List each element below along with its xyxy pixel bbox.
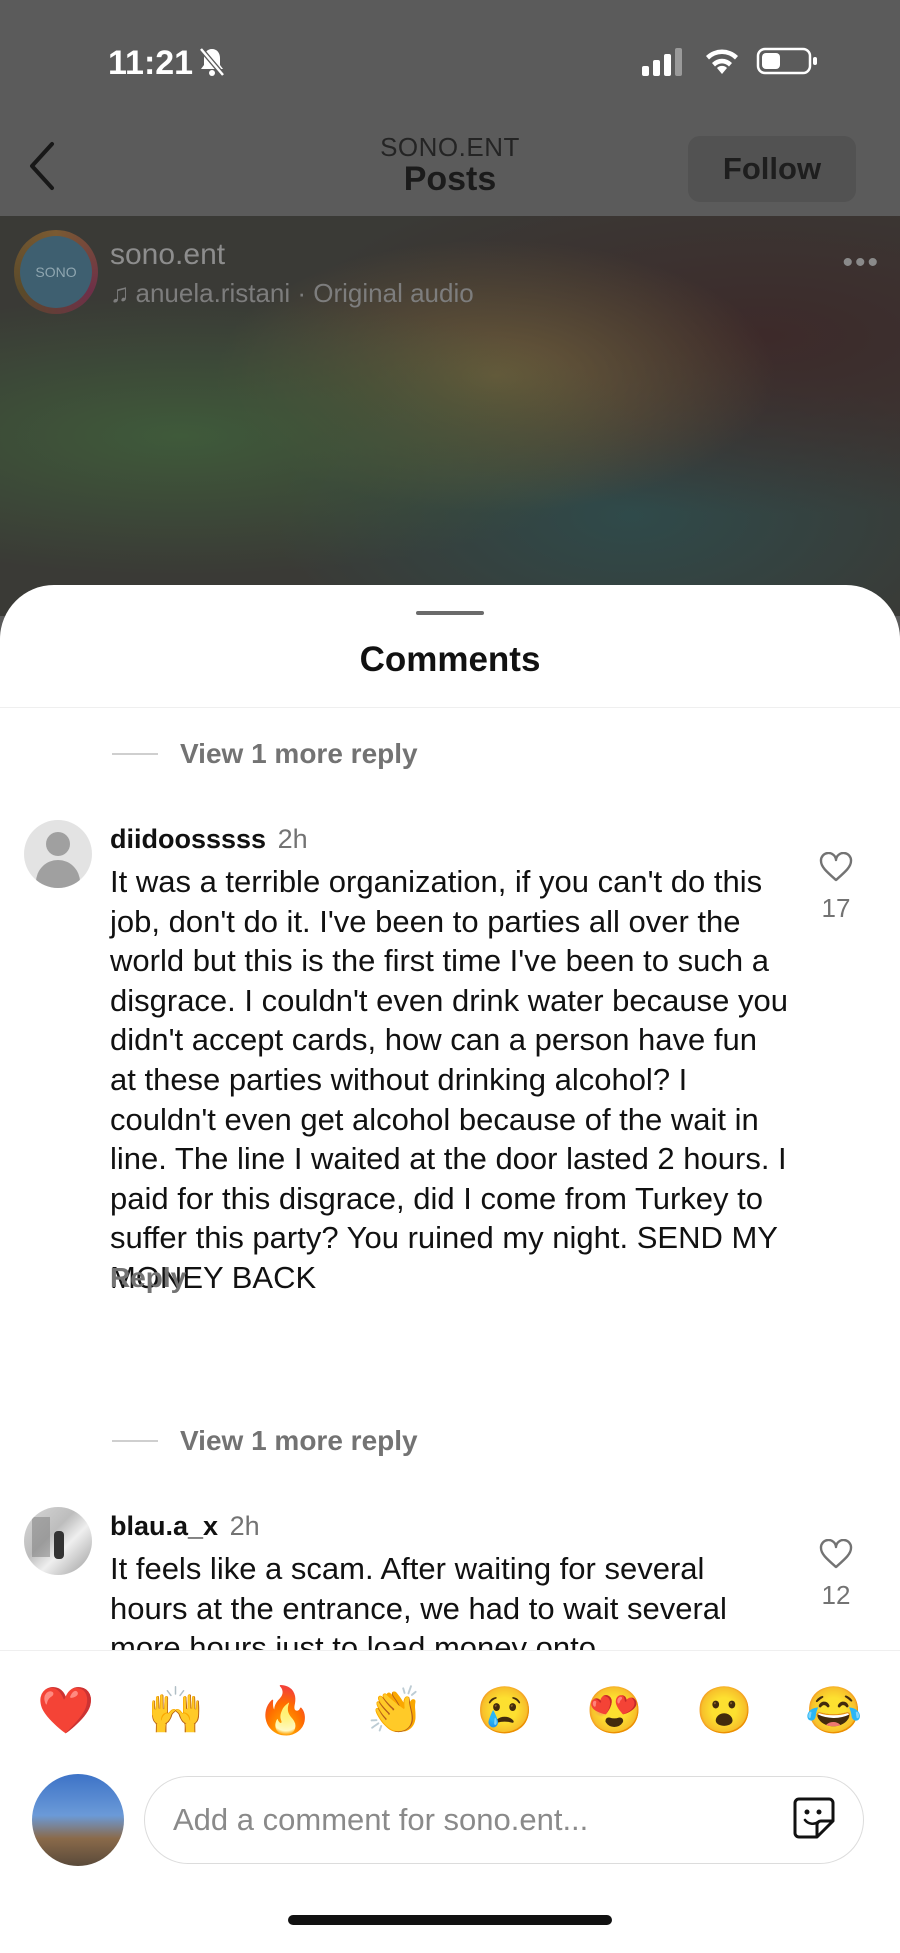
comment-time: 2h [277,824,308,854]
post-avatar-logo: SONO [20,236,92,308]
status-bar: 11:21 [0,40,900,86]
view-more-replies-label: View 1 more reply [180,1425,418,1456]
like-count: 17 [821,893,851,923]
like-control[interactable]: 12 [806,1538,866,1611]
comment-text: It was a terrible organization, if you c… [110,864,788,1295]
comment-username[interactable]: diidoosssss [110,824,266,854]
reply-button[interactable]: Reply [110,1262,186,1294]
emoji-reaction-bar: ❤️ 🙌 🔥 👏 😢 😍 😮 😂 [0,1650,900,1770]
sticker-icon[interactable] [791,1795,837,1846]
like-control[interactable]: 17 [806,851,866,924]
heart-icon[interactable] [806,1538,866,1574]
top-navigation: SONO.ENT Posts Follow [0,120,900,210]
signal-icon [640,46,688,81]
comment-input[interactable] [171,1801,791,1839]
comment-composer [0,1770,900,1890]
post-avatar[interactable]: SONO [14,230,98,314]
post-audio-label: anuela.ristani · Original audio [135,278,474,308]
more-options-icon[interactable]: ••• [842,246,880,280]
music-note-icon: ♫ [110,278,130,308]
avatar[interactable] [24,820,92,888]
reply-thread-line [112,753,158,755]
avatar[interactable] [24,1507,92,1575]
wifi-icon [702,46,742,81]
my-avatar [32,1774,124,1866]
emoji-laughing[interactable]: 😂 [804,1683,864,1738]
silent-bell-icon [198,46,226,83]
comment-username[interactable]: blau.a_x [110,1511,218,1541]
comments-list[interactable]: View 1 more reply diidoosssss 2h It was … [0,585,900,1650]
view-more-replies[interactable]: View 1 more reply [112,1425,418,1457]
heart-icon[interactable] [806,851,866,887]
comment-user-line[interactable]: blau.a_x 2h [110,1511,260,1542]
home-indicator[interactable] [288,1915,612,1925]
comments-sheet: Comments View 1 more reply diidoosssss 2… [0,585,900,1953]
like-count: 12 [821,1580,851,1610]
emoji-crying[interactable]: 😢 [475,1683,535,1738]
post-audio[interactable]: ♫ anuela.ristani · Original audio [110,278,474,309]
follow-button[interactable]: Follow [688,136,856,202]
reply-thread-line [112,1440,158,1442]
post-username[interactable]: sono.ent [110,238,225,272]
comment-time: 2h [229,1511,260,1541]
view-more-replies[interactable]: View 1 more reply [112,738,418,770]
view-more-replies-label: View 1 more reply [180,738,418,769]
comment-text: It feels like a scam. After waiting for … [110,1551,727,1650]
emoji-clap[interactable]: 👏 [365,1683,425,1738]
emoji-raised-hands[interactable]: 🙌 [146,1683,206,1738]
battery-icon [756,46,818,81]
comment-user-line[interactable]: diidoosssss 2h [110,824,308,855]
post-header: SONO sono.ent ♫ anuela.ristani · Origina… [14,226,886,316]
emoji-heart-eyes[interactable]: 😍 [585,1683,645,1738]
emoji-heart[interactable]: ❤️ [36,1683,96,1738]
status-time: 11:21 [108,44,194,82]
comment-field[interactable] [144,1776,864,1864]
emoji-surprised[interactable]: 😮 [694,1683,754,1738]
emoji-fire[interactable]: 🔥 [255,1683,315,1738]
